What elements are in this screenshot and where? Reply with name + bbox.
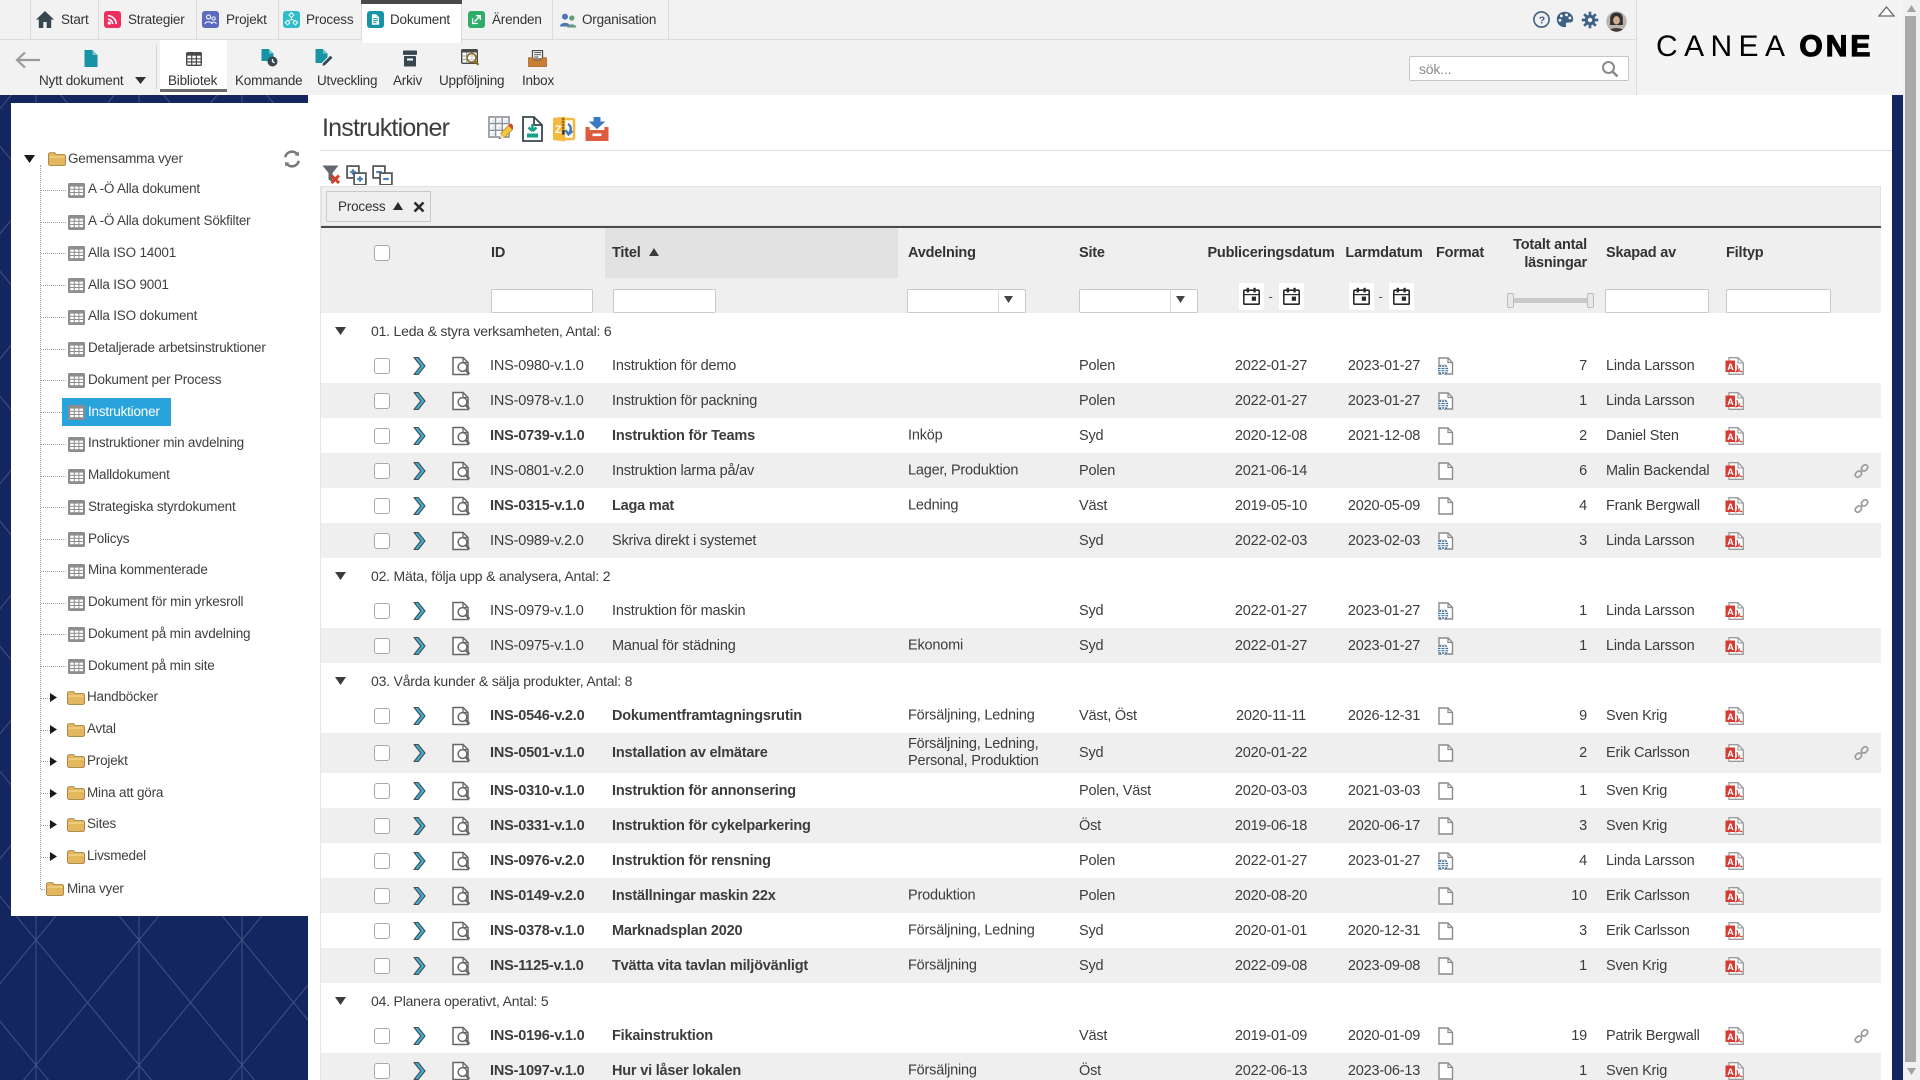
svg-text:?: ?	[1539, 15, 1545, 27]
svg-text:A: A	[1727, 856, 1734, 866]
svg-text:A: A	[1727, 396, 1734, 406]
svg-text:A: A	[1727, 1031, 1734, 1041]
svg-text:Z: Z	[555, 124, 562, 136]
svg-text:A: A	[1727, 501, 1734, 511]
svg-text:A: A	[1727, 926, 1734, 936]
svg-text:A: A	[1727, 961, 1734, 971]
svg-text:A: A	[1727, 536, 1734, 546]
svg-text:A: A	[1727, 466, 1734, 476]
svg-text:A: A	[1727, 821, 1734, 831]
svg-text:A: A	[1727, 1066, 1734, 1076]
svg-text:A: A	[1727, 361, 1734, 371]
svg-text:A: A	[1727, 891, 1734, 901]
svg-text:A: A	[1727, 786, 1734, 796]
svg-text:A: A	[1727, 641, 1734, 651]
svg-text:A: A	[1727, 431, 1734, 441]
svg-text:A: A	[1727, 749, 1734, 759]
svg-text:A: A	[1727, 606, 1734, 616]
svg-text:A: A	[1727, 711, 1734, 721]
